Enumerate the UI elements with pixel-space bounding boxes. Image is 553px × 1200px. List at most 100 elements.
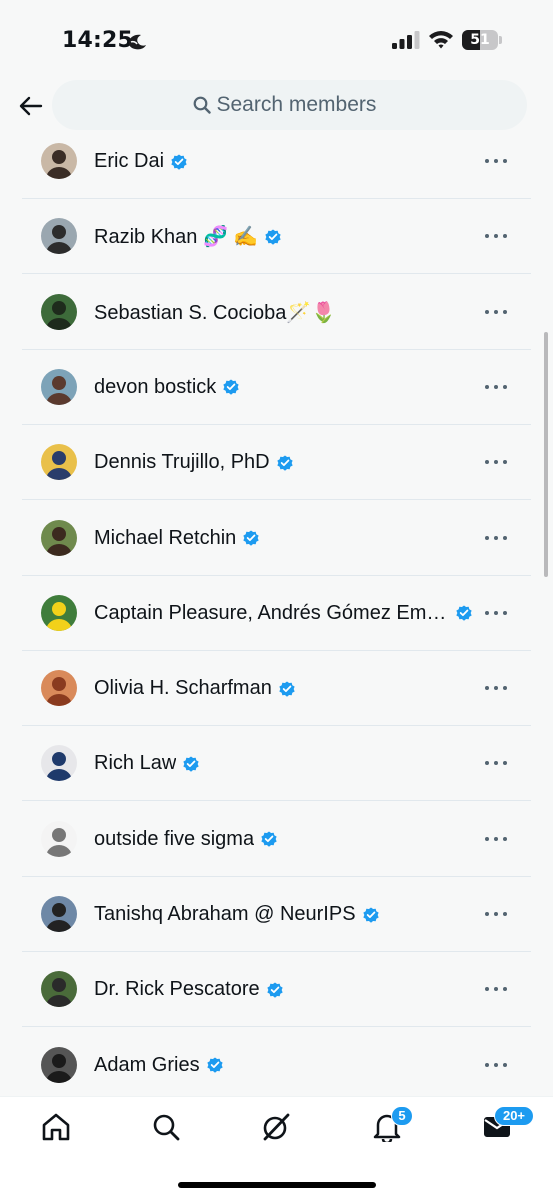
avatar[interactable] bbox=[41, 971, 77, 1008]
verified-badge-icon bbox=[279, 681, 295, 697]
member-name[interactable]: Tanishq Abraham @ NeurIPS bbox=[94, 903, 356, 926]
member-name-container: Dennis Trujillo, PhD bbox=[94, 425, 474, 500]
member-name[interactable]: Adam Gries bbox=[94, 1054, 200, 1077]
more-options-button[interactable] bbox=[485, 677, 507, 699]
avatar-image bbox=[41, 218, 77, 255]
more-dot bbox=[485, 912, 489, 916]
nav-search[interactable] bbox=[150, 1111, 182, 1143]
avatar[interactable] bbox=[41, 293, 77, 330]
member-name[interactable]: Eric Dai bbox=[94, 150, 164, 173]
more-options-button[interactable] bbox=[485, 602, 507, 624]
battery-level: 51 bbox=[470, 32, 490, 48]
nav-home[interactable] bbox=[40, 1111, 72, 1143]
more-options-button[interactable] bbox=[485, 903, 507, 925]
member-row[interactable]: Michael Retchin bbox=[22, 501, 531, 576]
avatar[interactable] bbox=[41, 368, 77, 405]
avatar[interactable] bbox=[41, 1046, 77, 1083]
more-dot bbox=[494, 234, 498, 239]
more-options-button[interactable] bbox=[485, 978, 507, 1000]
member-name[interactable]: Razib Khan 🧬 ✍️ bbox=[94, 224, 258, 249]
more-options-button[interactable] bbox=[485, 1054, 507, 1076]
avatar[interactable] bbox=[41, 519, 77, 556]
member-name[interactable]: Dr. Rick Pescatore bbox=[94, 978, 260, 1001]
member-row[interactable]: Dr. Rick Pescatore bbox=[22, 952, 531, 1028]
notifications-badge: 5 bbox=[391, 1106, 413, 1126]
search-icon bbox=[153, 1114, 180, 1141]
more-options-button[interactable] bbox=[485, 301, 507, 323]
member-row[interactable]: Sebastian S. Cocioba🪄🌷 bbox=[22, 275, 531, 350]
more-options-button[interactable] bbox=[485, 376, 507, 398]
member-row[interactable]: Captain Pleasure, Andrés Gómez Emil... bbox=[22, 576, 531, 651]
member-name-container: Olivia H. Scharfman bbox=[94, 651, 474, 726]
member-row[interactable]: Eric Dai bbox=[22, 124, 531, 199]
member-row[interactable]: Olivia H. Scharfman bbox=[22, 651, 531, 727]
back-button[interactable] bbox=[14, 90, 48, 122]
avatar[interactable] bbox=[41, 218, 77, 255]
search-box[interactable] bbox=[52, 80, 527, 130]
avatar[interactable] bbox=[41, 594, 77, 631]
home-indicator bbox=[178, 1182, 376, 1188]
avatar-image bbox=[41, 670, 77, 707]
verified-badge-icon bbox=[223, 379, 239, 396]
more-dot bbox=[494, 535, 498, 540]
more-dot bbox=[485, 761, 489, 766]
member-row[interactable]: Rich Law bbox=[22, 726, 531, 802]
nav-grok[interactable] bbox=[260, 1111, 292, 1143]
verified-badge-icon bbox=[171, 153, 187, 170]
member-name-container: Sebastian S. Cocioba🪄🌷 bbox=[94, 275, 474, 350]
more-dot bbox=[503, 912, 507, 916]
more-options-button[interactable] bbox=[485, 527, 507, 549]
member-row[interactable]: devon bostick bbox=[22, 350, 531, 425]
member-name[interactable]: Michael Retchin bbox=[94, 527, 236, 550]
avatar[interactable] bbox=[41, 670, 77, 707]
member-name-container: Eric Dai bbox=[94, 124, 474, 199]
member-name-container: Captain Pleasure, Andrés Gómez Emil... bbox=[94, 576, 474, 651]
avatar-image bbox=[41, 368, 77, 405]
more-options-button[interactable] bbox=[485, 150, 507, 172]
member-row[interactable]: Adam Gries bbox=[22, 1028, 531, 1096]
avatar[interactable] bbox=[41, 444, 77, 481]
more-options-button[interactable] bbox=[485, 225, 507, 247]
member-row[interactable]: Tanishq Abraham @ NeurIPS bbox=[22, 877, 531, 952]
scrollbar[interactable] bbox=[544, 332, 548, 577]
avatar[interactable] bbox=[41, 896, 77, 932]
more-dot bbox=[485, 159, 489, 163]
more-options-button[interactable] bbox=[485, 752, 507, 774]
verified-badge-icon bbox=[261, 831, 277, 847]
member-name[interactable]: devon bostick bbox=[94, 376, 216, 399]
verified-badge-icon bbox=[456, 605, 472, 622]
search-icon bbox=[193, 96, 211, 114]
grok-icon bbox=[263, 1113, 290, 1141]
member-row[interactable]: Dennis Trujillo, PhD bbox=[22, 425, 531, 501]
avatar[interactable] bbox=[41, 820, 77, 857]
more-options-button[interactable] bbox=[485, 451, 507, 473]
member-name-container: Michael Retchin bbox=[94, 501, 474, 576]
more-dot bbox=[485, 460, 489, 465]
search-input[interactable] bbox=[216, 93, 387, 117]
member-name[interactable]: Sebastian S. Cocioba🪄🌷 bbox=[94, 300, 336, 325]
focus-moon-icon bbox=[129, 34, 146, 50]
arrow-left-icon bbox=[19, 96, 43, 116]
member-name[interactable]: Dennis Trujillo, PhD bbox=[94, 451, 270, 474]
verified-badge-icon bbox=[266, 982, 283, 998]
avatar-image bbox=[41, 444, 77, 481]
more-options-button[interactable] bbox=[485, 828, 507, 850]
avatar[interactable] bbox=[41, 745, 77, 782]
more-dot bbox=[494, 159, 498, 163]
member-name-container: Rich Law bbox=[94, 726, 474, 801]
member-row[interactable]: Razib Khan 🧬 ✍️ bbox=[22, 199, 531, 275]
avatar[interactable] bbox=[41, 143, 77, 179]
more-dot bbox=[503, 1062, 507, 1067]
member-list: Eric Dai Razib Khan 🧬 ✍️ Sebastian S. Coci… bbox=[22, 124, 531, 1096]
avatar-image bbox=[41, 971, 77, 1008]
more-dot bbox=[494, 912, 498, 916]
member-name-container: Adam Gries bbox=[94, 1028, 474, 1096]
more-dot bbox=[494, 686, 498, 691]
member-name-container: Dr. Rick Pescatore bbox=[94, 952, 474, 1027]
member-name[interactable]: Captain Pleasure, Andrés Gómez Emil... bbox=[94, 602, 449, 625]
member-name[interactable]: outside five sigma bbox=[94, 828, 254, 851]
member-name[interactable]: Rich Law bbox=[94, 752, 176, 775]
member-name-container: Razib Khan 🧬 ✍️ bbox=[94, 199, 474, 274]
member-row[interactable]: outside five sigma bbox=[22, 802, 531, 877]
member-name[interactable]: Olivia H. Scharfman bbox=[94, 677, 272, 700]
